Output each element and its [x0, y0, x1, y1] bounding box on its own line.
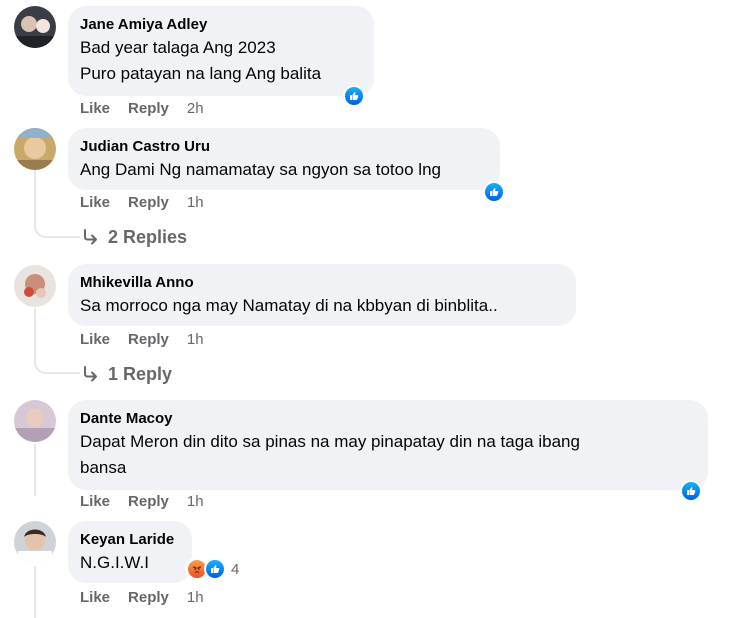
comment-actions: Like Reply 1h — [80, 493, 222, 511]
reactions-summary[interactable]: 4 — [185, 557, 244, 581]
comment-text: N.G.I.W.I — [80, 553, 149, 572]
timestamp[interactable]: 1h — [187, 331, 204, 348]
comment-text: Sa morroco nga may Namatay di na kbbyan … — [80, 296, 498, 315]
comment-author[interactable]: Dante Macoy — [80, 409, 696, 429]
like-button[interactable]: Like — [80, 493, 110, 510]
reply-button[interactable]: Reply — [128, 331, 169, 348]
comment-author[interactable]: Mhikevilla Anno — [80, 273, 564, 293]
timestamp[interactable]: 1h — [187, 589, 204, 606]
avatar[interactable] — [14, 128, 56, 170]
thread-line — [34, 566, 36, 618]
view-replies-button[interactable]: 1 Reply — [82, 363, 172, 385]
avatar[interactable] — [14, 6, 56, 48]
comment-bubble: Dante Macoy Dapat Meron din dito sa pina… — [68, 400, 708, 490]
avatar[interactable] — [14, 400, 56, 442]
comment-author[interactable]: Keyan Laride — [80, 530, 180, 550]
avatar[interactable] — [14, 521, 56, 563]
like-button[interactable]: Like — [80, 100, 110, 117]
reply-button[interactable]: Reply — [128, 589, 169, 606]
reaction-count: 4 — [231, 560, 240, 578]
thread-line — [34, 308, 36, 362]
reply-arrow-icon — [84, 366, 97, 382]
thread-curve — [34, 222, 80, 238]
like-button[interactable]: Like — [80, 331, 110, 348]
reply-button[interactable]: Reply — [128, 493, 169, 510]
like-icon — [204, 558, 226, 580]
comment-text: Puro patayan na lang Ang balita — [80, 64, 322, 83]
reply-button[interactable]: Reply — [128, 100, 169, 117]
comment-actions: Like Reply 1h — [80, 331, 222, 349]
reply-button[interactable]: Reply — [128, 194, 169, 211]
comment-actions: Like Reply 1h — [80, 589, 222, 607]
comment-bubble: Judian Castro Uru Ang Dami Ng namamatay … — [68, 128, 500, 190]
replies-count: 2 Replies — [108, 227, 188, 247]
comment-bubble: Mhikevilla Anno Sa morroco nga may Namat… — [68, 264, 576, 326]
like-button[interactable]: Like — [80, 194, 110, 211]
like-icon[interactable] — [483, 181, 505, 203]
comment-actions: Like Reply 1h — [80, 194, 222, 212]
thread-curve — [34, 358, 80, 374]
timestamp[interactable]: 1h — [187, 194, 204, 211]
like-icon[interactable] — [680, 480, 702, 502]
like-icon[interactable] — [343, 85, 365, 107]
comment-bubble: Jane Amiya Adley Bad year talaga Ang 202… — [68, 6, 374, 96]
thread-line — [34, 444, 36, 496]
like-button[interactable]: Like — [80, 589, 110, 606]
comment-text: bansa — [80, 458, 127, 477]
view-replies-button[interactable]: 2 Replies — [82, 226, 187, 248]
comment-bubble: Keyan Laride N.G.I.W.I — [68, 521, 192, 583]
avatar[interactable] — [14, 265, 56, 307]
reply-arrow-icon — [84, 229, 97, 245]
comment-author[interactable]: Jane Amiya Adley — [80, 15, 362, 35]
thread-line — [34, 170, 36, 226]
replies-count: 1 Reply — [108, 364, 173, 384]
comment-actions: Like Reply 2h — [80, 100, 222, 118]
comment-author[interactable]: Judian Castro Uru — [80, 137, 488, 157]
timestamp[interactable]: 1h — [187, 493, 204, 510]
comment-text: Ang Dami Ng namamatay sa ngyon sa totoo … — [80, 160, 441, 179]
comment-text: Dapat Meron din dito sa pinas na may pin… — [80, 432, 580, 451]
comment-text: Bad year talaga Ang 2023 — [80, 38, 276, 57]
timestamp[interactable]: 2h — [187, 100, 204, 117]
